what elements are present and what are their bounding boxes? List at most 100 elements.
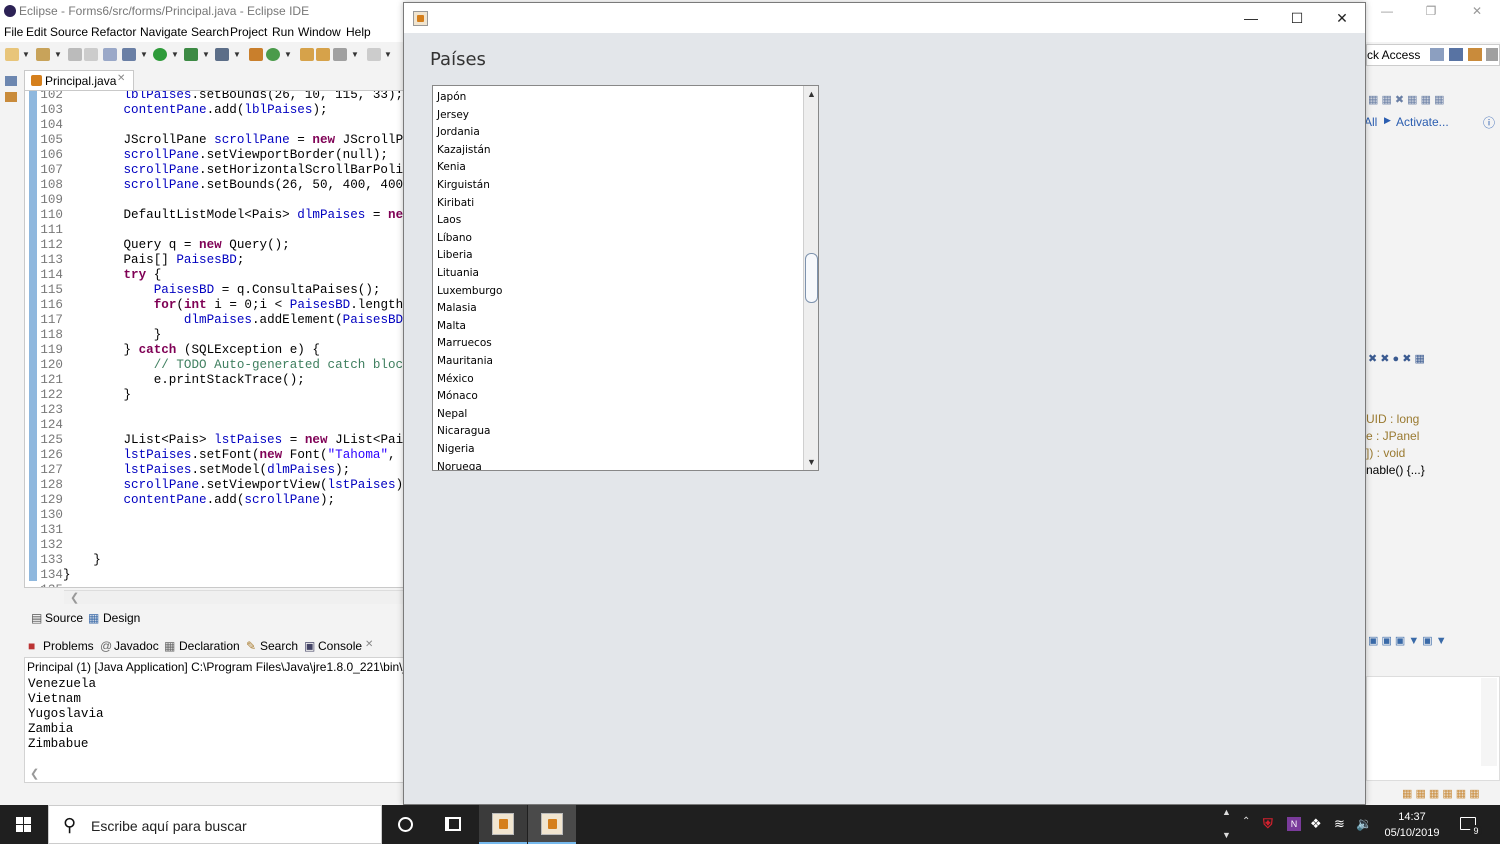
open-icon[interactable] bbox=[36, 48, 50, 61]
tab-declaration[interactable]: Declaration bbox=[179, 639, 240, 653]
list-item[interactable]: Kenia bbox=[437, 159, 466, 177]
list-item[interactable]: Kazajistán bbox=[437, 142, 491, 160]
search-icon[interactable] bbox=[333, 48, 347, 61]
java-ee-perspective-icon[interactable] bbox=[1449, 48, 1463, 61]
new-class-icon[interactable] bbox=[266, 48, 280, 61]
menu-refactor[interactable]: Refactor bbox=[91, 25, 136, 39]
restore-icon[interactable]: ❐ bbox=[1408, 0, 1454, 22]
paises-list-scrollpane[interactable]: Japón Jersey Jordania Kazajistán Kenia Kirgui… bbox=[432, 85, 819, 471]
taskbar-java-app-1[interactable] bbox=[479, 805, 527, 844]
outline-icons[interactable]: ✖ ✖ ● ✖ ▦ bbox=[1368, 352, 1425, 365]
list-item[interactable]: Mónaco bbox=[437, 388, 478, 406]
restore-view-icon[interactable] bbox=[5, 76, 17, 86]
skip-breakpoints-icon[interactable] bbox=[103, 48, 117, 61]
list-item[interactable]: Nicaragua bbox=[437, 423, 490, 441]
list-item[interactable]: Laos bbox=[437, 212, 461, 230]
coverage-icon[interactable] bbox=[184, 48, 198, 61]
list-item[interactable]: Liberia bbox=[437, 247, 473, 265]
chevron-down-icon[interactable]: ▼ bbox=[233, 50, 241, 59]
tab-problems[interactable]: Problems bbox=[43, 639, 94, 653]
outline-item[interactable]: e : JPanel bbox=[1366, 429, 1419, 443]
close-icon[interactable]: ✕ bbox=[1319, 3, 1365, 33]
menu-help[interactable]: Help bbox=[346, 25, 371, 39]
taskbar-java-app-2[interactable] bbox=[528, 805, 576, 844]
minimize-icon[interactable]: — bbox=[1228, 3, 1274, 33]
scroll-up-icon[interactable]: ▲ bbox=[804, 86, 818, 102]
dropbox-icon[interactable]: ❖ bbox=[1310, 816, 1322, 832]
editor-tab-principal[interactable]: Principal.java ✕ bbox=[24, 70, 134, 90]
volume-icon[interactable]: 🔉 bbox=[1356, 816, 1372, 832]
chevron-left-icon[interactable]: ❮ bbox=[70, 591, 79, 604]
open-task-icon[interactable] bbox=[316, 48, 330, 61]
console-toolbar-icons[interactable]: ▣ ▣ ▣ ▼ ▣ ▼ bbox=[1368, 634, 1447, 647]
task-view-button[interactable] bbox=[430, 805, 478, 844]
chevron-up-icon[interactable]: ⌃ bbox=[1242, 816, 1250, 827]
menu-project[interactable]: Project bbox=[230, 25, 267, 39]
new-icon[interactable] bbox=[5, 48, 19, 61]
app-title-bar[interactable]: — ☐ ✕ bbox=[404, 3, 1365, 33]
menu-run[interactable]: Run bbox=[272, 25, 294, 39]
close-icon[interactable]: ✕ bbox=[1454, 0, 1500, 22]
cortana-button[interactable] bbox=[382, 805, 430, 844]
chevron-down-icon[interactable]: ▼ bbox=[140, 50, 148, 59]
task-icons[interactable]: ▦ ▦ ✖ ▦ ▦ ▦ bbox=[1368, 93, 1444, 106]
tab-console[interactable]: Console bbox=[318, 639, 362, 653]
open-type-icon[interactable] bbox=[300, 48, 314, 61]
console-output[interactable]: Principal (1) [Java Application] C:\Prog… bbox=[24, 657, 404, 783]
editor-horizontal-scrollbar[interactable]: ❮ bbox=[64, 590, 404, 604]
chevron-down-icon[interactable]: ▼ bbox=[54, 50, 62, 59]
maximize-icon[interactable]: ☐ bbox=[1274, 3, 1320, 33]
outline-item[interactable]: ]) : void bbox=[1366, 446, 1405, 460]
chevron-down-icon[interactable]: ▼ bbox=[22, 50, 30, 59]
new-java-project-icon[interactable] bbox=[249, 48, 263, 61]
scroll-down-icon[interactable]: ▼ bbox=[1222, 830, 1231, 840]
list-item[interactable]: Japón bbox=[437, 89, 466, 107]
chevron-down-icon[interactable]: ▼ bbox=[351, 50, 359, 59]
list-item[interactable]: Noruega bbox=[437, 459, 482, 470]
save-all-icon[interactable] bbox=[84, 48, 98, 61]
taskbar-search-box[interactable]: ⚲ Escribe aquí para buscar bbox=[48, 805, 382, 844]
menu-source[interactable]: Source bbox=[50, 25, 88, 39]
filter-all-link[interactable]: All bbox=[1364, 115, 1377, 129]
scroll-up-icon[interactable]: ▲ bbox=[1222, 807, 1231, 817]
chevron-down-icon[interactable]: ▼ bbox=[284, 50, 292, 59]
wifi-icon[interactable]: ≋ bbox=[1334, 816, 1345, 832]
chevron-down-icon[interactable]: ▼ bbox=[171, 50, 179, 59]
status-icons[interactable]: ▦ ▦ ▦ ▦ ▦ ▦ bbox=[1402, 787, 1480, 800]
chevron-left-icon[interactable]: ❮ bbox=[30, 767, 39, 780]
list-item[interactable]: Nepal bbox=[437, 406, 467, 424]
list-item[interactable]: Jordania bbox=[437, 124, 480, 142]
close-icon[interactable]: ✕ bbox=[365, 639, 373, 650]
scroll-down-icon[interactable]: ▼ bbox=[804, 454, 818, 470]
list-item[interactable]: Luxemburgo bbox=[437, 283, 502, 301]
code-editor[interactable]: 102 lblPaises.setBounds(26, 10, 115, 33)… bbox=[24, 90, 404, 588]
close-icon[interactable]: ✕ bbox=[117, 73, 125, 84]
java-perspective-icon[interactable] bbox=[1468, 48, 1482, 61]
mcafee-icon[interactable]: ⛨ bbox=[1263, 816, 1273, 832]
menu-edit[interactable]: Edit bbox=[26, 25, 47, 39]
tab-javadoc[interactable]: Javadoc bbox=[114, 639, 159, 653]
list-item[interactable]: Malasia bbox=[437, 300, 477, 318]
console-vertical-scrollbar[interactable] bbox=[1481, 678, 1497, 766]
outline-item[interactable]: UID : long bbox=[1366, 412, 1419, 426]
next-annotation-icon[interactable] bbox=[367, 48, 381, 61]
activate-link[interactable]: Activate... bbox=[1396, 115, 1449, 129]
list-item[interactable]: Lituania bbox=[437, 265, 479, 283]
list-item[interactable]: Kiribati bbox=[437, 195, 474, 213]
menu-navigate[interactable]: Navigate bbox=[140, 25, 187, 39]
onenote-icon[interactable]: N bbox=[1287, 817, 1301, 831]
list-item[interactable]: Malta bbox=[437, 318, 466, 336]
debug-icon[interactable] bbox=[122, 48, 136, 61]
menu-search[interactable]: Search bbox=[191, 25, 229, 39]
chevron-down-icon[interactable]: ▼ bbox=[384, 50, 392, 59]
console-horizontal-scrollbar[interactable]: ❮ bbox=[24, 767, 404, 781]
help-icon[interactable]: ⓘ bbox=[1483, 114, 1495, 131]
list-item[interactable]: Jersey bbox=[437, 107, 469, 125]
action-center-button[interactable]: 9 bbox=[1458, 815, 1482, 837]
list-vertical-scrollbar[interactable]: ▲ ▼ bbox=[803, 86, 818, 470]
debug-perspective-icon[interactable] bbox=[1486, 48, 1498, 61]
chevron-down-icon[interactable]: ▼ bbox=[202, 50, 210, 59]
list-item[interactable]: Kirguistán bbox=[437, 177, 490, 195]
tab-source[interactable]: Source bbox=[45, 611, 83, 625]
list-item[interactable]: México bbox=[437, 371, 474, 389]
